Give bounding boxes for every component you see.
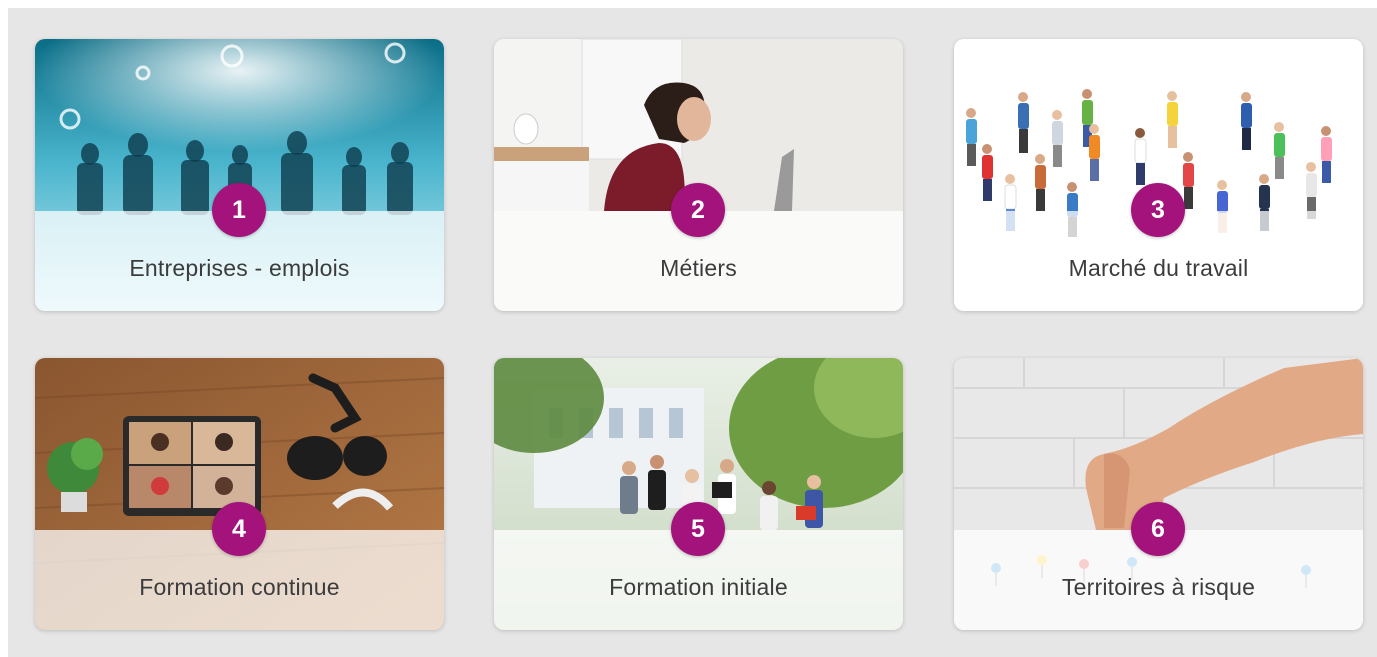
card-label: Formation continue (139, 574, 340, 600)
tiles-panel: 1 Entreprises - emplois 2 Métiers 3 Marc… (8, 8, 1377, 657)
card-territoires-a-risque[interactable]: 6 Territoires à risque (954, 358, 1363, 630)
number-badge: 6 (1131, 502, 1185, 556)
number-badge: 2 (671, 183, 725, 237)
number-badge: 3 (1131, 183, 1185, 237)
card-entreprises-emplois[interactable]: 1 Entreprises - emplois (35, 39, 444, 311)
card-label: Métiers (660, 255, 737, 281)
number-badge: 1 (212, 183, 266, 237)
card-formation-continue[interactable]: 4 Formation continue (35, 358, 444, 630)
card-label: Territoires à risque (1061, 574, 1256, 600)
card-formation-initiale[interactable]: 5 Formation initiale (494, 358, 903, 630)
card-label: Entreprises - emplois (129, 255, 350, 281)
card-label: Formation initiale (609, 574, 788, 600)
number-badge: 4 (212, 502, 266, 556)
card-marche-du-travail[interactable]: 3 Marché du travail (954, 39, 1363, 311)
card-label: Marché du travail (1068, 255, 1249, 281)
number-badge: 5 (671, 502, 725, 556)
card-metiers[interactable]: 2 Métiers (494, 39, 903, 311)
